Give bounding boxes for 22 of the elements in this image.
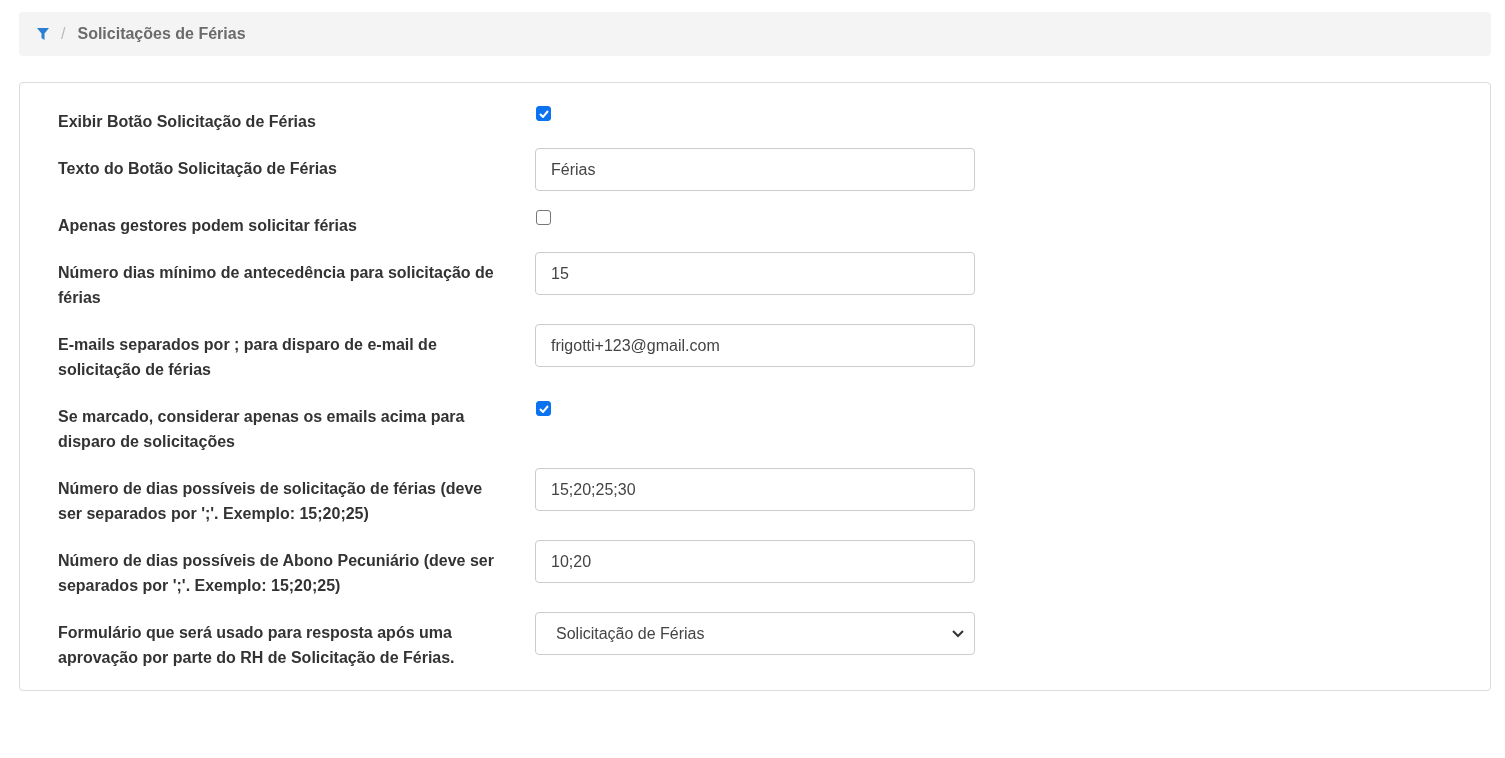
field-label: Exibir Botão Solicitação de Férias <box>58 112 317 132</box>
field-label: Apenas gestores podem solicitar férias <box>58 216 358 236</box>
text-input[interactable]: 15;20;25;30 <box>535 468 975 511</box>
field-label: Número dias mínimo de antecedência para solicitação de férias <box>58 263 495 308</box>
text-input[interactable]: Férias <box>535 148 975 191</box>
checkbox[interactable] <box>536 210 551 225</box>
field-label: Número de dias possíveis de solicitação de férias (deve ser separados por ';'. Exemplo: 15;20;25) <box>58 479 484 524</box>
field-label: Texto do Botão Solicitação de Férias <box>58 159 338 179</box>
field-label: Formulário que será usado para resposta após uma aprovação por parte do RH de Solicitação de Férias. <box>58 623 456 668</box>
breadcrumb-separator: / <box>61 25 66 43</box>
checkbox[interactable] <box>536 106 551 121</box>
checkbox[interactable] <box>536 401 551 416</box>
field-label: Número de dias possíveis de Abono Pecuniário (deve ser separados por ';'. Exemplo: 15;20;25) <box>58 551 495 596</box>
filter-icon[interactable] <box>37 28 49 40</box>
field-label: E-mails separados por ; para disparo de e-mail de solicitação de férias <box>58 335 438 380</box>
field-label: Se marcado, considerar apenas os emails acima para disparo de solicitações <box>58 407 466 452</box>
dropdown-select[interactable]: Solicitação de Férias <box>535 612 975 655</box>
text-input[interactable]: 10;20 <box>535 540 975 583</box>
breadcrumb-current: Solicitações de Férias <box>77 25 246 43</box>
text-input[interactable]: 15 <box>535 252 975 295</box>
text-input[interactable]: frigotti+123@gmail.com <box>535 324 975 367</box>
chevron-down-icon <box>952 629 964 638</box>
